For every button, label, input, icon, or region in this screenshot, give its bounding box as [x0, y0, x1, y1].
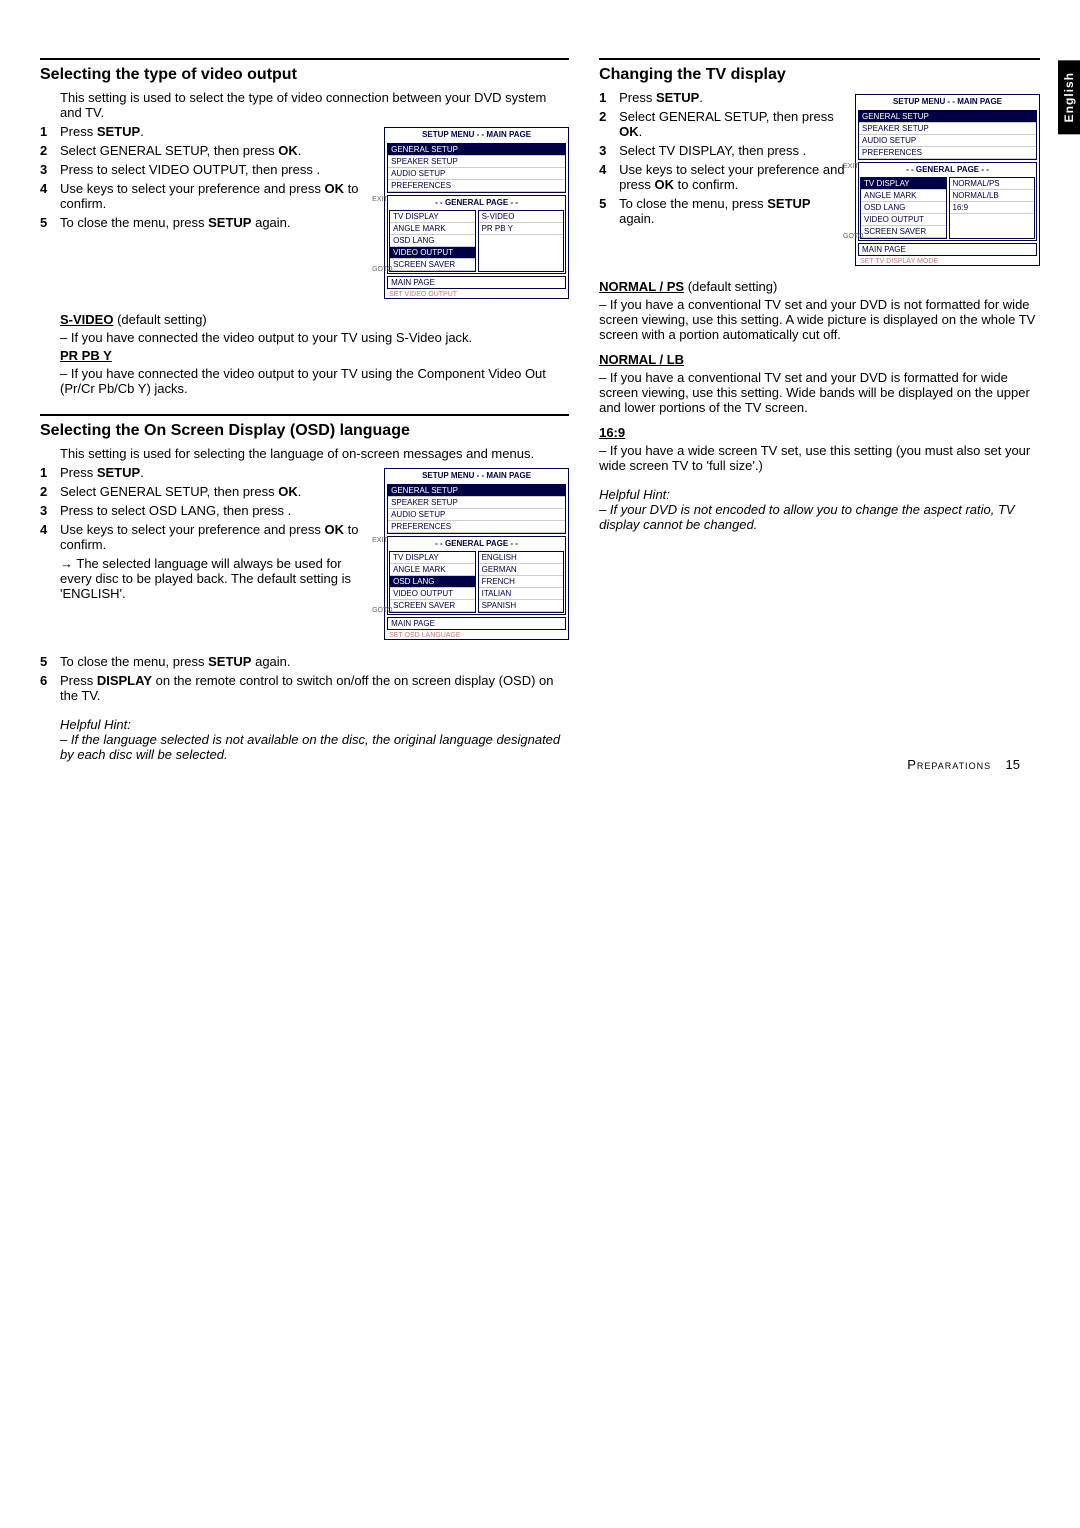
step-num: 5 — [40, 654, 60, 669]
step-num: 4 — [599, 162, 619, 192]
step-text: Use keys to select your preference and p… — [60, 522, 374, 552]
menu-figure-osd: SETUP MENU - - MAIN PAGEGENERAL SETUPSPE… — [384, 468, 569, 640]
section-title-video-output: Selecting the type of video output — [40, 58, 569, 84]
step-text: Select GENERAL SETUP, then press OK. — [60, 484, 374, 499]
svideo-text: – If you have connected the video output… — [60, 330, 569, 345]
r169-text: – If you have a wide screen TV set, use … — [599, 443, 1040, 473]
step-text: To close the menu, press SETUP again. — [619, 196, 845, 226]
section-title-osd: Selecting the On Screen Display (OSD) la… — [40, 414, 569, 440]
footer-label: Preparations — [907, 757, 991, 772]
step-text: To close the menu, press SETUP again. — [60, 215, 374, 230]
step-num: 1 — [40, 465, 60, 480]
language-tab: English — [1058, 60, 1080, 134]
step-num: 5 — [40, 215, 60, 230]
step-num: 3 — [40, 162, 60, 177]
normal-ps-desc: (default setting) — [684, 279, 777, 294]
section2-intro: This setting is used for selecting the l… — [60, 446, 569, 461]
step-text: Use keys to select your preference and p… — [619, 162, 845, 192]
step-num: 2 — [599, 109, 619, 139]
normal-ps-label: NORMAL / PS — [599, 279, 684, 294]
step-text: Press SETUP. — [60, 465, 374, 480]
menu-figure-tv-display: SETUP MENU - - MAIN PAGEGENERAL SETUPSPE… — [855, 94, 1040, 266]
step-text: Select GENERAL SETUP, then press OK. — [619, 109, 845, 139]
step-text: To close the menu, press SETUP again. — [60, 654, 569, 669]
footer-page-number: 15 — [1006, 757, 1020, 772]
page-footer: Preparations 15 — [907, 757, 1020, 772]
svideo-desc: (default setting) — [113, 312, 206, 327]
svideo-label: S-VIDEO — [60, 312, 113, 327]
step-num: 2 — [40, 484, 60, 499]
r169-label: 16:9 — [599, 425, 625, 440]
normal-lb-label: NORMAL / LB — [599, 352, 684, 367]
step-num: 5 — [599, 196, 619, 226]
step-num: 4 — [40, 522, 60, 552]
step-num: 1 — [599, 90, 619, 105]
section1-intro: This setting is used to select the type … — [60, 90, 569, 120]
step-num: 4 — [40, 181, 60, 211]
hint-title: Helpful Hint: — [60, 717, 569, 732]
hint-title: Helpful Hint: — [599, 487, 1040, 502]
step-num: 2 — [40, 143, 60, 158]
step-text: Press to select OSD LANG, then press . — [60, 503, 374, 518]
step-num: 6 — [40, 673, 60, 703]
section-title-tv-display: Changing the TV display — [599, 58, 1040, 84]
step-num: 3 — [599, 143, 619, 158]
menu-figure-video-output: SETUP MENU - - MAIN PAGEGENERAL SETUPSPE… — [384, 127, 569, 299]
normal-ps-text: – If you have a conventional TV set and … — [599, 297, 1040, 342]
step-text: Press DISPLAY on the remote control to s… — [60, 673, 569, 703]
step-text: Select GENERAL SETUP, then press OK. — [60, 143, 374, 158]
step-text: Press SETUP. — [619, 90, 845, 105]
prpby-text: – If you have connected the video output… — [60, 366, 569, 396]
step-text: Use keys to select your preference and p… — [60, 181, 374, 211]
normal-lb-text: – If you have a conventional TV set and … — [599, 370, 1040, 415]
step-text: Press to select VIDEO OUTPUT, then press… — [60, 162, 374, 177]
step-text: Press SETUP. — [60, 124, 374, 139]
step-num: 3 — [40, 503, 60, 518]
prpby-label: PR PB Y — [60, 348, 112, 363]
step-text: Select TV DISPLAY, then press . — [619, 143, 845, 158]
hint-text: – If the language selected is not availa… — [60, 732, 569, 762]
hint-text: – If your DVD is not encoded to allow yo… — [599, 502, 1040, 532]
step-num: 1 — [40, 124, 60, 139]
